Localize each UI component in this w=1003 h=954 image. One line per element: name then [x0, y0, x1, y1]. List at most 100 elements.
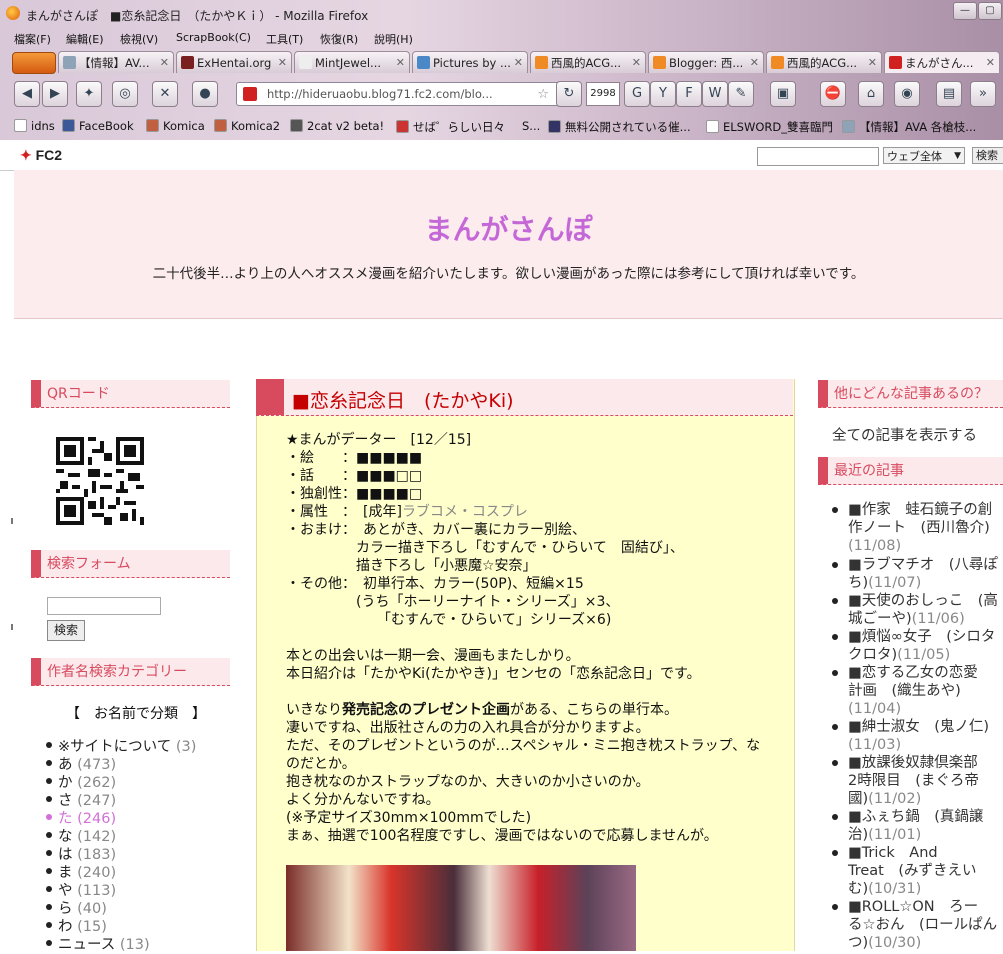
tab-1[interactable]: ExHentai.org ✕: [176, 51, 292, 73]
site-title[interactable]: まんがさんぽ: [14, 208, 1003, 248]
f-icon[interactable]: F: [676, 81, 702, 107]
bookmark-8[interactable]: ELSWORD_雙喜臨門: [706, 119, 833, 135]
bookmark-5[interactable]: せば゜らしい日々: [396, 119, 505, 135]
qr-code-icon: [56, 437, 144, 525]
bookmark-1[interactable]: FaceBook: [62, 119, 134, 133]
show-all-articles-link[interactable]: 全ての記事を表示する: [832, 424, 977, 445]
blog-search-button[interactable]: 検索: [47, 620, 85, 641]
blog-search-input[interactable]: [47, 597, 161, 615]
yahoo-icon[interactable]: Y: [650, 81, 676, 107]
wikipedia-icon[interactable]: W: [702, 81, 728, 107]
fc2-search-input[interactable]: [757, 147, 879, 166]
screenshot-icon[interactable]: ▣: [770, 81, 796, 107]
counter-badge[interactable]: 2998: [586, 82, 620, 106]
more-icon[interactable]: »: [970, 81, 996, 107]
greasemonkey-icon[interactable]: ●: [192, 81, 218, 107]
fc2-logo[interactable]: ✦ FC2: [20, 147, 62, 164]
recent-article-item[interactable]: ■ラブマチオ (八尋ぽ ち)(11/07): [832, 556, 1003, 592]
block-icon[interactable]: ✕: [152, 81, 178, 107]
tab-7-active[interactable]: まんがさん... ✕: [884, 51, 1000, 73]
tab-6[interactable]: 西風的ACG... ✕: [766, 51, 882, 73]
stamp-icon[interactable]: ✎: [728, 81, 754, 107]
tab-label: 西風的ACG...: [787, 56, 858, 70]
scroll-marker: [11, 624, 13, 630]
bookmark-icon: [396, 120, 409, 133]
tab-5[interactable]: Blogger: 西... ✕: [648, 51, 764, 73]
addon-icon[interactable]: ◎: [112, 81, 138, 107]
bullet: [46, 742, 52, 748]
star-icon[interactable]: ☆: [537, 87, 549, 102]
tab-label: 【情報】AV...: [79, 56, 150, 70]
article-line: カラー描き下ろし「むすんで・ひらいて 固結び」、: [286, 540, 684, 556]
close-icon[interactable]: ✕: [514, 52, 523, 73]
reload-button[interactable]: ↻: [556, 81, 582, 107]
minimize-button[interactable]: —: [953, 2, 977, 20]
menu-help[interactable]: 說明(H): [374, 31, 413, 47]
article-line: 抱き枕なのかストラップなのか、大きいのか小さいのか。: [286, 774, 650, 790]
tab-favicon: [653, 56, 666, 69]
chevron-down-icon: ▼: [954, 151, 961, 161]
article-title[interactable]: ■恋糸記念日 (たかやKi): [292, 386, 514, 413]
article-line: ・属性 ： [成年]ラブコメ・コスプレ: [286, 504, 528, 520]
menu-file[interactable]: 檔案(F): [14, 31, 51, 47]
recent-article-item[interactable]: ■作家 蛙石鏡子の創 作ノート (西川魯介) (11/08): [832, 501, 1003, 555]
forward-button[interactable]: ▶: [42, 81, 68, 107]
menu-view[interactable]: 檢視(V): [120, 31, 158, 47]
close-icon[interactable]: ✕: [160, 52, 169, 73]
bookmark-4[interactable]: 2cat v2 beta!: [290, 119, 384, 133]
manga-cover-image[interactable]: [286, 865, 636, 951]
bullet: [46, 814, 52, 820]
extension-icon[interactable]: ◉: [894, 81, 920, 107]
close-icon[interactable]: ✕: [278, 52, 287, 73]
recent-article-item[interactable]: ■ふぇち鍋 (真鍋譲 治)(11/01): [832, 808, 1003, 844]
adblock-icon[interactable]: ⛔: [820, 81, 846, 107]
recent-article-item[interactable]: ■ROLL☆ON ろー る☆おん (ロールぱん つ)(10/30): [832, 898, 1003, 951]
tab-3[interactable]: Pictures by ... ✕: [412, 51, 528, 73]
close-icon[interactable]: ✕: [632, 52, 641, 73]
bullet: [832, 850, 838, 856]
fc2-scope-select[interactable]: ウェブ全体 ▼: [883, 147, 965, 164]
url-text: http://hideruaobu.blog71.fc2.com/blo...: [267, 87, 493, 101]
bookmark-6[interactable]: S...: [522, 119, 540, 133]
recent-article-item[interactable]: ■紳士淑女 (鬼ノ仁) (11/03): [832, 718, 1003, 754]
bookmark-2[interactable]: Komica: [146, 119, 205, 133]
bullet: [46, 904, 52, 910]
maximize-button[interactable]: ▢: [978, 2, 1002, 20]
tab-4[interactable]: 西風的ACG... ✕: [530, 51, 646, 73]
tab-favicon: [889, 56, 902, 69]
menu-restore[interactable]: 恢復(R): [320, 31, 358, 47]
idea-icon[interactable]: ✦: [76, 81, 102, 107]
recent-article-item[interactable]: ■天使のおしっこ (高 城ごーや)(11/06): [832, 592, 1003, 628]
bookmark-0[interactable]: idns: [14, 119, 55, 133]
article-line: 「むすんで・ひらいて」シリーズ×6): [286, 612, 612, 628]
recent-article-item[interactable]: ■恋する乙女の恋愛 計画 (織生あや) (11/04): [832, 664, 1003, 718]
close-icon[interactable]: ✕: [986, 52, 995, 73]
recent-article-item[interactable]: ■煩悩∞女子 (シロタ クロタ)(11/05): [832, 628, 1003, 664]
bullet: [832, 724, 838, 730]
back-button[interactable]: ◀: [14, 81, 40, 107]
firefox-menu-button[interactable]: [12, 52, 56, 74]
bookmark-3[interactable]: Komica2: [214, 119, 280, 133]
recent-article-item[interactable]: ■放課後奴隷倶楽部 2時限目 (まぐろ帝 國)(11/02): [832, 754, 1003, 808]
close-icon[interactable]: ✕: [750, 52, 759, 73]
article-line: ★まんがデーター [12／15]: [286, 432, 472, 448]
bullet: [46, 886, 52, 892]
url-bar[interactable]: http://hideruaobu.blog71.fc2.com/blo... …: [236, 82, 578, 106]
google-icon[interactable]: G: [624, 81, 650, 107]
close-icon[interactable]: ✕: [868, 52, 877, 73]
menu-scrapbook[interactable]: ScrapBook(C): [176, 31, 251, 44]
home-icon[interactable]: ⌂: [858, 81, 884, 107]
bookmark-9[interactable]: 【情報】AVA 各槍枝...: [842, 119, 976, 135]
fc2-search-button[interactable]: 検索: [972, 147, 1003, 164]
sidebar-icon[interactable]: ▤: [936, 81, 962, 107]
recent-article-item[interactable]: ■Trick And Treat (みずきえい む)(10/31): [832, 844, 1003, 898]
tab-2[interactable]: MintJewel... ✕: [294, 51, 410, 73]
close-icon[interactable]: ✕: [396, 52, 405, 73]
menu-edit[interactable]: 編輯(E): [66, 31, 104, 47]
tag-link[interactable]: ラブコメ・コスプレ: [402, 504, 528, 520]
tab-0[interactable]: 【情報】AV... ✕: [58, 51, 174, 73]
bookmark-7[interactable]: 無料公開されている催...: [548, 119, 691, 135]
menu-tools[interactable]: 工具(T): [266, 31, 303, 47]
bullet: [832, 670, 838, 676]
article-line: 本日紹介は「たかやKi(たかやき)」センセの「恋糸記念日」です。: [286, 666, 701, 682]
